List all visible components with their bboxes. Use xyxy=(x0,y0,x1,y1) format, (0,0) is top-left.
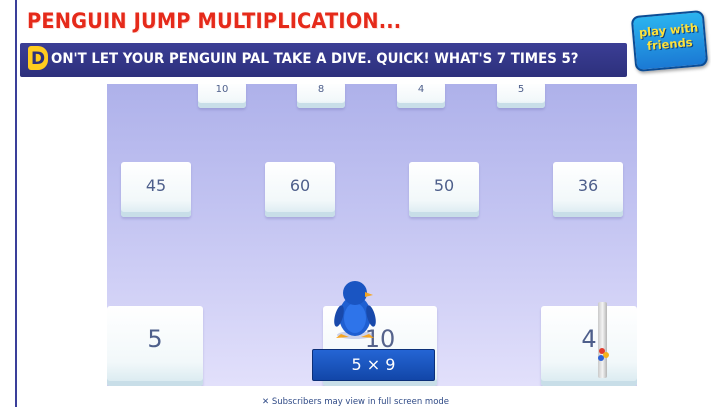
ice-block-top-1[interactable]: 10 xyxy=(198,84,246,108)
ice-block-middle-1[interactable]: 45 xyxy=(121,162,191,217)
page-title: PENGUIN JUMP MULTIPLICATION... xyxy=(27,9,402,33)
block-number: 4 xyxy=(417,84,425,95)
left-border-rule xyxy=(15,0,17,407)
banner-text: ON'T LET YOUR PENGUIN PAL TAKE A DIVE. Q… xyxy=(51,51,579,67)
block-number: 5 xyxy=(147,325,163,353)
game-canvas[interactable]: 10 8 4 5 45 60 50 36 5 10 4 5 × 9 xyxy=(107,84,637,386)
ice-block-middle-4[interactable]: 36 xyxy=(553,162,623,217)
block-number: 60 xyxy=(289,176,311,195)
badge-line-2: friends xyxy=(646,35,694,53)
pole-ball-blue xyxy=(598,355,604,361)
fullscreen-note[interactable]: ✕ Subscribers may view in full screen mo… xyxy=(262,397,449,407)
play-with-friends-badge[interactable]: play with friends xyxy=(630,9,709,73)
block-number: 5 xyxy=(517,84,525,95)
block-number: 50 xyxy=(433,176,455,195)
question-banner: D ON'T LET YOUR PENGUIN PAL TAKE A DIVE.… xyxy=(20,43,627,77)
block-number: 45 xyxy=(145,176,167,195)
ice-block-bottom-1[interactable]: 5 xyxy=(107,306,203,386)
expand-icon: ✕ xyxy=(262,397,270,407)
block-number: 8 xyxy=(317,84,325,95)
ice-block-top-4[interactable]: 5 xyxy=(497,84,545,108)
ice-block-middle-2[interactable]: 60 xyxy=(265,162,335,217)
penguin-player xyxy=(334,281,376,339)
fullscreen-note-text: Subscribers may view in full screen mode xyxy=(271,397,450,407)
ice-block-top-2[interactable]: 8 xyxy=(297,84,345,108)
block-number: 10 xyxy=(215,84,229,95)
block-number: 4 xyxy=(581,325,597,353)
ice-block-top-3[interactable]: 4 xyxy=(397,84,445,108)
finish-pole xyxy=(598,302,609,378)
multiplication-question: 5 × 9 xyxy=(312,349,435,381)
ice-block-middle-3[interactable]: 50 xyxy=(409,162,479,217)
ice-block-bottom-3[interactable]: 4 xyxy=(541,306,637,386)
banner-drop-cap: D xyxy=(28,46,48,70)
block-number: 36 xyxy=(577,176,599,195)
